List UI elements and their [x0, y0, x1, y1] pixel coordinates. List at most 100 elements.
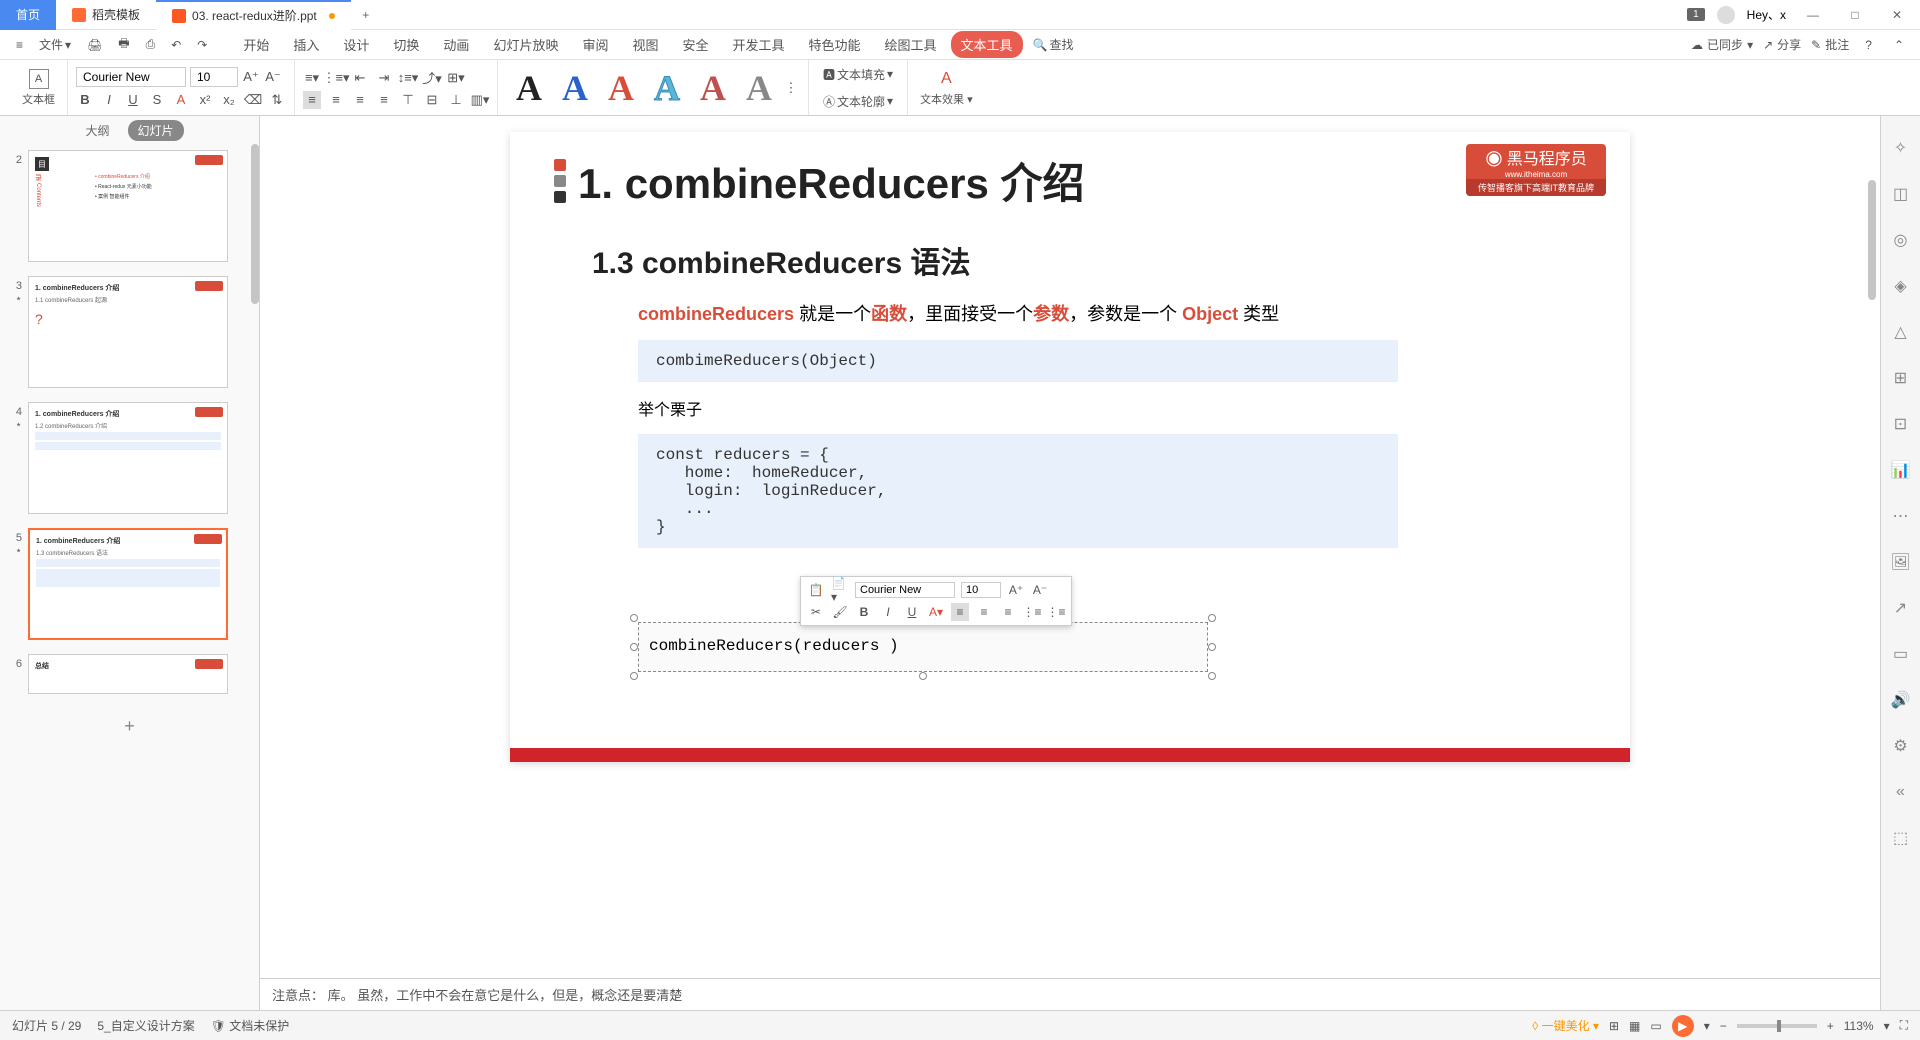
align-justify-icon[interactable]: ≡ [375, 91, 393, 109]
align-left-icon[interactable]: ≡ [303, 91, 321, 109]
zoom-slider[interactable] [1737, 1024, 1817, 1028]
rp-app-icon[interactable]: ⊡ [1889, 412, 1913, 436]
text-effects-button[interactable]: A 文本效果 ▾ [916, 67, 977, 109]
thumb-slide-6[interactable]: 总结 [28, 654, 228, 694]
wordart-style-2[interactable]: A [552, 67, 598, 109]
mini-align-center-icon[interactable]: ≡ [975, 603, 993, 621]
menu-start[interactable]: 开始 [233, 31, 279, 58]
mini-copy-icon[interactable]: 📋 [807, 581, 825, 599]
textbox-button[interactable]: A 文本框 [18, 67, 59, 109]
menu-devtools[interactable]: 开发工具 [723, 31, 795, 58]
super-button[interactable]: x² [196, 91, 214, 109]
rp-chart-icon[interactable]: 📊 [1889, 458, 1913, 482]
rp-sound-icon[interactable]: 🔊 [1889, 688, 1913, 712]
rp-setting-icon[interactable]: ⚙ [1889, 734, 1913, 758]
tab-docer[interactable]: 稻壳模板 [56, 0, 156, 30]
wordart-style-5[interactable]: A [690, 67, 736, 109]
tab-file-active[interactable]: 03. react-redux进阶.ppt [156, 0, 351, 30]
textbox-content[interactable]: combineReducers(reducers ) [639, 623, 1207, 669]
wordart-style-1[interactable]: A [506, 67, 552, 109]
bold-button[interactable]: B [76, 91, 94, 109]
sync-button[interactable]: ☁ 已同步 ▾ [1691, 36, 1753, 53]
comment-button[interactable]: ✎ 批注 [1811, 36, 1849, 53]
avatar-icon[interactable] [1717, 6, 1735, 24]
minimize-button[interactable]: — [1798, 0, 1828, 30]
outline-tab[interactable]: 大纲 [75, 120, 119, 141]
rp-search-icon[interactable]: ◎ [1889, 228, 1913, 252]
status-protect[interactable]: 🛡 文档未保护 [211, 1017, 290, 1034]
bullets-icon[interactable]: ≡▾ [303, 69, 321, 87]
search-button[interactable]: 🔍 查找 [1027, 32, 1080, 57]
play-button[interactable]: ▶ [1672, 1015, 1694, 1037]
save-icon[interactable]: 🖨 [81, 34, 108, 56]
selected-textbox[interactable]: combineReducers(reducers ) [638, 622, 1208, 672]
menu-animation[interactable]: 动画 [433, 31, 479, 58]
mini-bold-icon[interactable]: B [855, 603, 873, 621]
fontcolor-button[interactable]: A [172, 91, 190, 109]
mini-color-icon[interactable]: A▾ [927, 603, 945, 621]
print-icon[interactable]: 🖶 [112, 30, 135, 59]
view-reading-icon[interactable]: ▭ [1650, 1019, 1661, 1033]
play-dropdown-icon[interactable]: ▾ [1704, 1019, 1710, 1033]
menu-insert[interactable]: 插入 [283, 31, 329, 58]
slide[interactable]: ◉ 黑马程序员 www.itheima.com 传智播客旗下高端IT教育品牌 1… [510, 132, 1630, 762]
mini-cut-icon[interactable]: ✂ [807, 603, 825, 621]
menu-slideshow[interactable]: 幻灯片放映 [483, 31, 568, 58]
maximize-button[interactable]: □ [1840, 0, 1870, 30]
menu-transition[interactable]: 切换 [383, 31, 429, 58]
textdir-icon[interactable]: ⤴▾ [423, 69, 441, 87]
align-center-icon[interactable]: ≡ [327, 91, 345, 109]
slides-tab[interactable]: 幻灯片 [128, 120, 184, 141]
thumb-slide-5[interactable]: 1. combineReducers 介绍 1.3 combineReducer… [28, 528, 228, 640]
add-slide-button[interactable]: + [4, 706, 255, 747]
wordart-style-3[interactable]: A [598, 67, 644, 109]
text-fill-button[interactable]: 🅰 文本填充 ▾ [817, 62, 899, 87]
numbering-icon[interactable]: ⋮≡▾ [327, 69, 345, 87]
menu-view[interactable]: 视图 [622, 31, 668, 58]
align-right-icon[interactable]: ≡ [351, 91, 369, 109]
view-normal-icon[interactable]: ⊞ [1609, 1019, 1619, 1033]
wordart-style-6[interactable]: A [736, 67, 782, 109]
menu-features[interactable]: 特色功能 [799, 31, 871, 58]
undo-icon[interactable]: ↶ [165, 34, 187, 56]
columns-icon[interactable]: ▥▾ [471, 91, 489, 109]
mini-underline-icon[interactable]: U [903, 603, 921, 621]
underline-button[interactable]: U [124, 91, 142, 109]
zoom-dropdown-icon[interactable]: ▾ [1884, 1019, 1890, 1033]
rp-arrow-icon[interactable]: « [1889, 780, 1913, 804]
size-select[interactable] [190, 67, 238, 87]
tab-home[interactable]: 首页 [0, 0, 56, 30]
beautify-button[interactable]: ◊ 一键美化 ▾ [1532, 1017, 1599, 1034]
mini-align-right-icon[interactable]: ≡ [999, 603, 1017, 621]
collapse-ribbon-icon[interactable]: ⌃ [1888, 34, 1910, 56]
mini-bullets-icon[interactable]: ⋮≡ [1023, 603, 1041, 621]
wordart-style-4[interactable]: A [644, 67, 690, 109]
rp-image-icon[interactable]: 🖼 [1889, 550, 1913, 574]
mini-inc-font-icon[interactable]: A⁺ [1007, 581, 1025, 599]
clear-fmt-icon[interactable]: ⌫ [244, 91, 262, 109]
zoom-level[interactable]: 113% [1844, 1019, 1874, 1033]
rp-more1-icon[interactable]: ⋯ [1889, 504, 1913, 528]
mini-font-select[interactable] [855, 582, 955, 598]
rp-table-icon[interactable]: ⊞ [1889, 366, 1913, 390]
view-sorter-icon[interactable]: ▦ [1629, 1019, 1640, 1033]
rp-transition-icon[interactable]: ◫ [1889, 182, 1913, 206]
notification-badge[interactable]: 1 [1687, 8, 1705, 21]
font-select[interactable] [76, 67, 186, 87]
rp-cube-icon[interactable]: ⬚ [1889, 826, 1913, 850]
thumbnail-list[interactable]: 2 目 录 Contents • combineReducers 介绍 • Re… [0, 144, 259, 1010]
canvas-scrollbar[interactable] [1868, 180, 1876, 300]
rp-export-icon[interactable]: ↗ [1889, 596, 1913, 620]
sub-button[interactable]: x₂ [220, 91, 238, 109]
close-button[interactable]: ✕ [1882, 0, 1912, 30]
rp-select-icon[interactable]: ◈ [1889, 274, 1913, 298]
align-icon[interactable]: ⊞▾ [447, 69, 465, 87]
indent-dec-icon[interactable]: ⇤ [351, 69, 369, 87]
redo-icon[interactable]: ↷ [191, 34, 213, 56]
help-icon[interactable]: ? [1859, 34, 1878, 56]
mini-size-select[interactable] [961, 582, 1001, 598]
menu-drawingtools[interactable]: 绘图工具 [875, 31, 947, 58]
status-design[interactable]: 5_自定义设计方案 [97, 1017, 194, 1034]
notes-area[interactable]: 注意点： 库。 虽然，工作中不会在意它是什么，但是，概念还是要清楚 [260, 978, 1880, 1010]
mini-align-left-icon[interactable]: ≡ [951, 603, 969, 621]
